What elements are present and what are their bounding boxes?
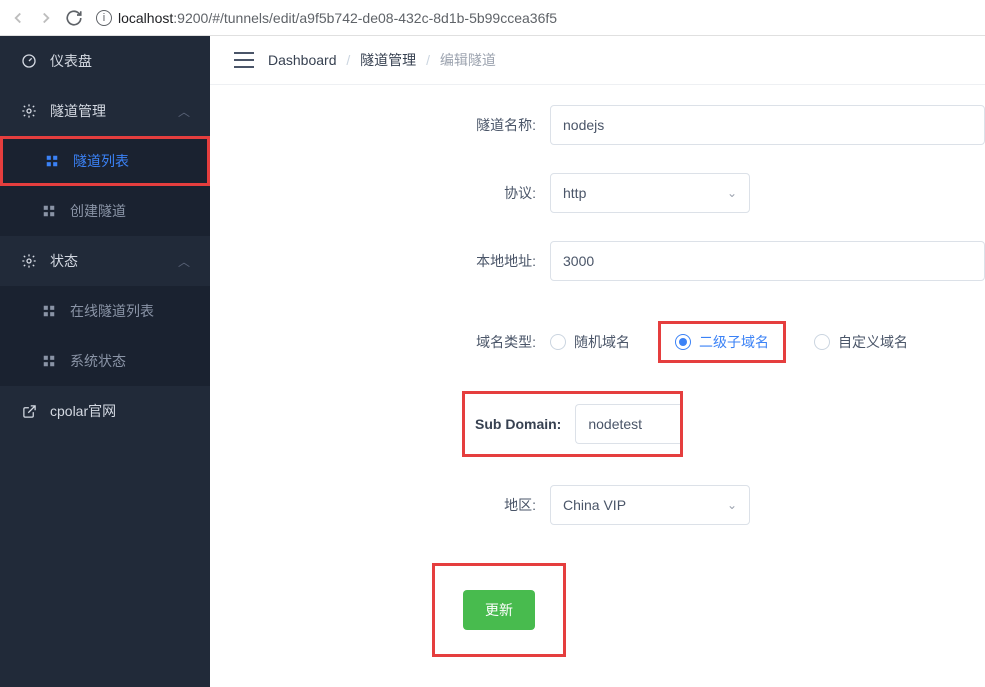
sidebar-item-status[interactable]: 状态 ︿ bbox=[0, 236, 210, 286]
external-link-icon bbox=[20, 404, 38, 419]
tunnel-name-label: 隧道名称: bbox=[210, 115, 550, 135]
sidebar-label: 系统状态 bbox=[70, 351, 126, 371]
url-bar[interactable]: i localhost:9200/#/tunnels/edit/a9f5b742… bbox=[92, 10, 977, 26]
protocol-label: 协议: bbox=[210, 183, 550, 203]
radio-icon bbox=[814, 334, 830, 350]
sidebar-item-tunnel-mgmt[interactable]: 隧道管理 ︿ bbox=[0, 86, 210, 136]
local-addr-field[interactable] bbox=[563, 242, 972, 280]
grid-icon bbox=[40, 354, 58, 368]
chevron-up-icon: ︿ bbox=[178, 253, 190, 270]
tunnel-name-input[interactable] bbox=[550, 105, 985, 145]
radio-custom-domain[interactable]: 自定义域名 bbox=[814, 332, 908, 352]
sidebar-label: 仪表盘 bbox=[50, 51, 92, 71]
submit-highlight: 更新 bbox=[432, 563, 566, 657]
gear-icon bbox=[20, 253, 38, 269]
radio-random-domain[interactable]: 随机域名 bbox=[550, 332, 630, 352]
sidebar-label: 创建隧道 bbox=[70, 201, 126, 221]
radio-icon bbox=[675, 334, 691, 350]
gear-icon bbox=[20, 103, 38, 119]
breadcrumb-separator: / bbox=[426, 52, 430, 68]
grid-icon bbox=[40, 304, 58, 318]
sidebar-item-cpolar-site[interactable]: cpolar官网 bbox=[0, 386, 210, 436]
domain-type-label: 域名类型: bbox=[210, 332, 550, 352]
tunnel-name-field[interactable] bbox=[563, 106, 972, 144]
sidebar-label: 隧道列表 bbox=[73, 151, 129, 171]
main-content: Dashboard / 隧道管理 / 编辑隧道 隧道名称: 协议: http ⌄ bbox=[210, 36, 985, 687]
domain-type-radio-group: 随机域名 二级子域名 自定义域名 bbox=[550, 321, 908, 363]
update-button[interactable]: 更新 bbox=[463, 590, 535, 630]
radio-label: 自定义域名 bbox=[838, 332, 908, 352]
protocol-value: http bbox=[563, 185, 586, 201]
sidebar-label: 在线隧道列表 bbox=[70, 301, 154, 321]
local-addr-label: 本地地址: bbox=[210, 251, 550, 271]
url-text: localhost:9200/#/tunnels/edit/a9f5b742-d… bbox=[118, 10, 557, 26]
region-value: China VIP bbox=[563, 497, 626, 513]
local-addr-input[interactable] bbox=[550, 241, 985, 281]
edit-form: 隧道名称: 协议: http ⌄ 本地地址: 域名类型: bbox=[210, 85, 985, 677]
breadcrumb-dashboard[interactable]: Dashboard bbox=[268, 52, 337, 68]
sidebar-item-create-tunnel[interactable]: 创建隧道 bbox=[0, 186, 210, 236]
back-icon[interactable] bbox=[8, 8, 28, 28]
subdomain-field[interactable] bbox=[588, 405, 668, 443]
sidebar-item-system-status[interactable]: 系统状态 bbox=[0, 336, 210, 386]
radio-label: 二级子域名 bbox=[699, 332, 769, 352]
topbar: Dashboard / 隧道管理 / 编辑隧道 bbox=[210, 36, 985, 85]
browser-toolbar: i localhost:9200/#/tunnels/edit/a9f5b742… bbox=[0, 0, 985, 36]
breadcrumb-separator: / bbox=[346, 52, 350, 68]
sidebar-label: cpolar官网 bbox=[50, 401, 116, 421]
hamburger-icon[interactable] bbox=[234, 52, 254, 68]
sidebar-item-dashboard[interactable]: 仪表盘 bbox=[0, 36, 210, 86]
radio-subdomain[interactable]: 二级子域名 bbox=[675, 332, 769, 352]
subdomain-input[interactable] bbox=[575, 404, 680, 444]
breadcrumb: Dashboard / 隧道管理 / 编辑隧道 bbox=[268, 50, 496, 70]
breadcrumb-tunnel-mgmt[interactable]: 隧道管理 bbox=[360, 52, 416, 68]
chevron-down-icon: ⌄ bbox=[727, 186, 737, 200]
breadcrumb-current: 编辑隧道 bbox=[440, 52, 496, 68]
chevron-up-icon: ︿ bbox=[178, 103, 190, 120]
gauge-icon bbox=[20, 53, 38, 69]
radio-label: 随机域名 bbox=[574, 332, 630, 352]
reload-icon[interactable] bbox=[64, 8, 84, 28]
sidebar-label: 隧道管理 bbox=[50, 101, 106, 121]
protocol-select[interactable]: http ⌄ bbox=[550, 173, 750, 213]
chevron-down-icon: ⌄ bbox=[727, 498, 737, 512]
forward-icon[interactable] bbox=[36, 8, 56, 28]
grid-icon bbox=[40, 204, 58, 218]
sidebar-item-online-tunnels[interactable]: 在线隧道列表 bbox=[0, 286, 210, 336]
grid-icon bbox=[43, 154, 61, 168]
sidebar: 仪表盘 隧道管理 ︿ 隧道列表 创建隧道 状态 ︿ bbox=[0, 36, 210, 687]
region-select[interactable]: China VIP ⌄ bbox=[550, 485, 750, 525]
sidebar-label: 状态 bbox=[50, 251, 78, 271]
sidebar-item-tunnel-list[interactable]: 隧道列表 bbox=[0, 136, 210, 186]
radio-icon bbox=[550, 334, 566, 350]
subdomain-label: Sub Domain: bbox=[465, 416, 575, 432]
info-icon: i bbox=[96, 10, 112, 26]
region-label: 地区: bbox=[210, 495, 550, 515]
